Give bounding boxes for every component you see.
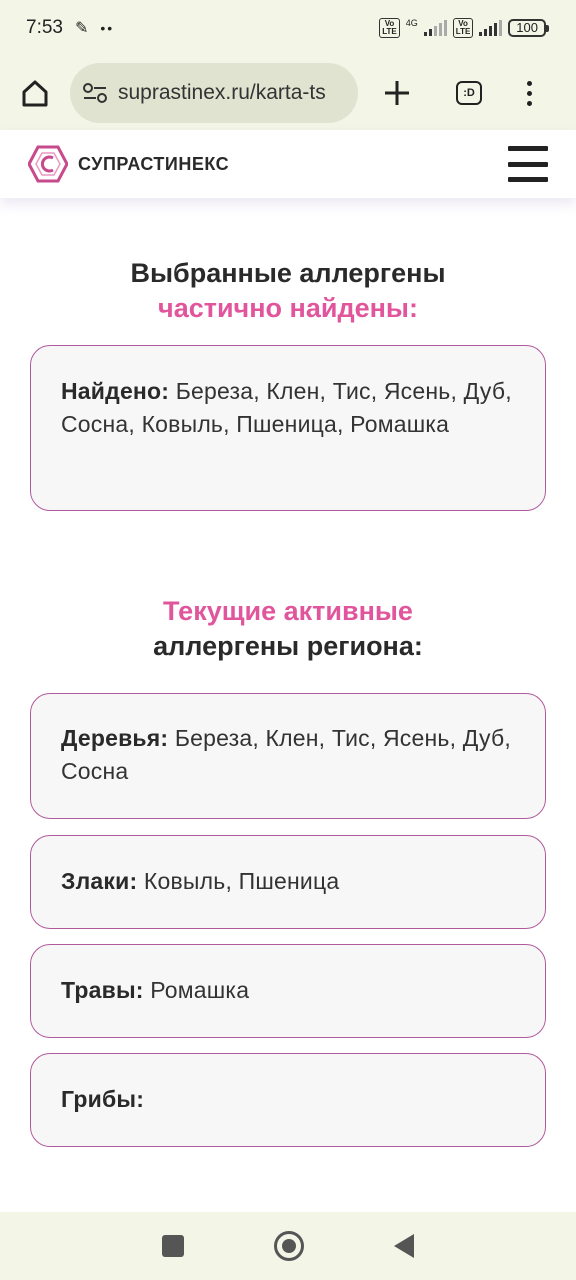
plus-icon [385, 81, 409, 105]
status-left: 7:53 ✎ •• [26, 17, 114, 39]
site-settings-icon[interactable] [82, 82, 108, 104]
back-button[interactable] [394, 1234, 414, 1258]
menu-dot [526, 80, 532, 86]
main-content: Выбранные аллергены частично найдены: На… [0, 198, 576, 1212]
hamburger-line [508, 177, 548, 182]
site-header: СУПРАСТИНЕКС [0, 130, 576, 198]
found-card: Найдено: Береза, Клен, Тис, Ясень, Дуб, … [30, 345, 546, 511]
home-button[interactable] [0, 63, 70, 123]
signal-icon-2 [479, 20, 503, 36]
home-nav-button[interactable] [274, 1231, 304, 1261]
volte-icon: Vo LTE [379, 18, 400, 38]
notification-icon: ✎ [74, 20, 89, 37]
volte-icon-2: Vo LTE [452, 18, 474, 38]
menu-dot [526, 100, 532, 106]
region-card-herbs: Травы: Ромашка [30, 944, 546, 1038]
browser-toolbar: suprastinex.ru/karta-ts :D [0, 56, 576, 130]
region-card-fungi: Грибы: [30, 1053, 546, 1147]
tabs-button[interactable]: :D [436, 63, 502, 123]
hamburger-line [508, 161, 548, 167]
brand-name: СУПРАСТИНЕКС [78, 153, 230, 174]
region-title-line2: аллергены региона: [153, 631, 423, 661]
status-right: Vo LTE 4G Vo LTE 100 [379, 18, 549, 38]
region-section-title: Текущие активные аллергены региона: [0, 594, 576, 664]
more-notifications-icon: •• [100, 20, 115, 36]
region-card-grains: Злаки: Ковыль, Пшеница [30, 835, 546, 929]
trees-label: Деревья: [61, 725, 169, 751]
found-title-line1: Выбранные аллергены [130, 258, 446, 288]
status-bar: 7:53 ✎ •• Vo LTE 4G Vo LTE 100 [0, 0, 576, 56]
system-nav-bar [0, 1212, 576, 1280]
fungi-label: Грибы: [61, 1086, 145, 1112]
found-card-label: Найдено: [61, 378, 170, 404]
herbs-text: Ромашка [150, 977, 250, 1003]
network-label: 4G [405, 18, 418, 28]
home-nav-icon [282, 1239, 296, 1253]
recents-button[interactable] [162, 1235, 184, 1257]
hamburger-menu-button[interactable] [508, 146, 548, 182]
found-title-line2: частично найдены: [158, 293, 418, 323]
tabs-count: :D [456, 81, 482, 105]
url-text: suprastinex.ru/karta-ts [118, 81, 326, 104]
region-card-trees: Деревья: Береза, Клен, Тис, Ясень, Дуб, … [30, 693, 546, 819]
found-section-title: Выбранные аллергены частично найдены: [0, 256, 576, 326]
herbs-label: Травы: [61, 977, 144, 1003]
battery-icon: 100 [508, 19, 549, 37]
address-bar[interactable]: suprastinex.ru/karta-ts [70, 63, 358, 123]
brand-logo-icon [28, 145, 68, 183]
new-tab-button[interactable] [358, 63, 436, 123]
home-icon [22, 80, 48, 107]
grains-label: Злаки: [61, 868, 138, 894]
hamburger-line [508, 146, 548, 151]
signal-icon [423, 20, 447, 36]
status-time: 7:53 [26, 17, 63, 38]
menu-dot [526, 90, 532, 96]
region-title-line1: Текущие активные [163, 596, 413, 626]
brand-logo-link[interactable]: СУПРАСТИНЕКС [28, 145, 229, 183]
browser-menu-button[interactable] [502, 63, 556, 123]
grains-text: Ковыль, Пшеница [143, 868, 340, 894]
